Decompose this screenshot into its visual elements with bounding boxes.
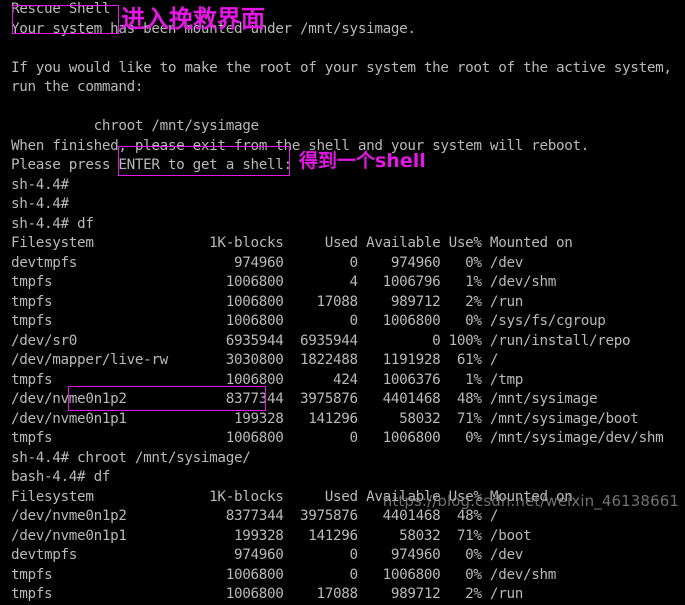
terminal-line: Your system has been mounted under /mnt/… xyxy=(11,20,416,37)
terminal-line: sh-4.4# xyxy=(11,176,78,193)
terminal-line: /dev/sr0 6935944 6935944 0 100% /run/ins… xyxy=(11,332,631,349)
terminal-line: run the command: xyxy=(11,79,144,95)
terminal-line: sh-4.4# df xyxy=(11,215,94,232)
annotation-label-enter-rescue-ui: 进入挽救界面 xyxy=(121,5,265,33)
terminal-line: tmpfs 1006800 17088 989712 2% /run xyxy=(11,586,523,602)
terminal-line: devtmpfs 974960 0 974960 0% /dev xyxy=(11,254,523,271)
terminal-line: tmpfs 1006800 17088 989712 2% /run xyxy=(11,293,523,310)
annotation-label-get-a-shell: 得到一个shell xyxy=(299,150,426,172)
terminal-line: Filesystem 1K-blocks Used Available Use%… xyxy=(11,235,573,251)
terminal-line: /dev/nvme0n1p1 199328 141296 58032 71% /… xyxy=(11,410,639,427)
terminal-line: If you would like to make the root of yo… xyxy=(11,59,672,76)
terminal-line: /dev/nvme0n1p2 8377344 3975876 4401468 4… xyxy=(11,391,598,407)
terminal-line: sh-4.4# chroot /mnt/sysimage/ xyxy=(11,449,251,466)
terminal-line: Rescue Shell xyxy=(11,1,111,17)
terminal-line: tmpfs 1006800 4 1006796 1% /dev/shm xyxy=(11,274,556,290)
watermark-blog-url: https://blog.csdn.net/weixin_46138661 xyxy=(382,492,679,510)
terminal-screen[interactable]: Rescue Shell Your system has been mounted… xyxy=(0,0,685,602)
terminal-line: sh-4.4# xyxy=(11,196,78,212)
terminal-line: tmpfs 1006800 0 1006800 0% /sys/fs/cgrou… xyxy=(11,313,606,329)
terminal-line: /dev/mapper/live-rw 3030800 1822488 1191… xyxy=(11,352,499,368)
terminal-line: chroot /mnt/sysimage xyxy=(11,118,260,134)
terminal-line: bash-4.4# df xyxy=(11,469,111,485)
terminal-line: /dev/nvme0n1p1 199328 141296 58032 71% /… xyxy=(11,527,532,544)
terminal-line: devtmpfs 974960 0 974960 0% /dev xyxy=(11,547,523,563)
terminal-line: tmpfs 1006800 424 1006376 1% /tmp xyxy=(11,371,523,388)
terminal-line: tmpfs 1006800 0 1006800 0% /dev/shm xyxy=(11,566,556,583)
terminal-line: tmpfs 1006800 0 1006800 0% /mnt/sysimage… xyxy=(11,430,664,446)
terminal-output[interactable]: Rescue Shell Your system has been mounted… xyxy=(11,0,685,605)
